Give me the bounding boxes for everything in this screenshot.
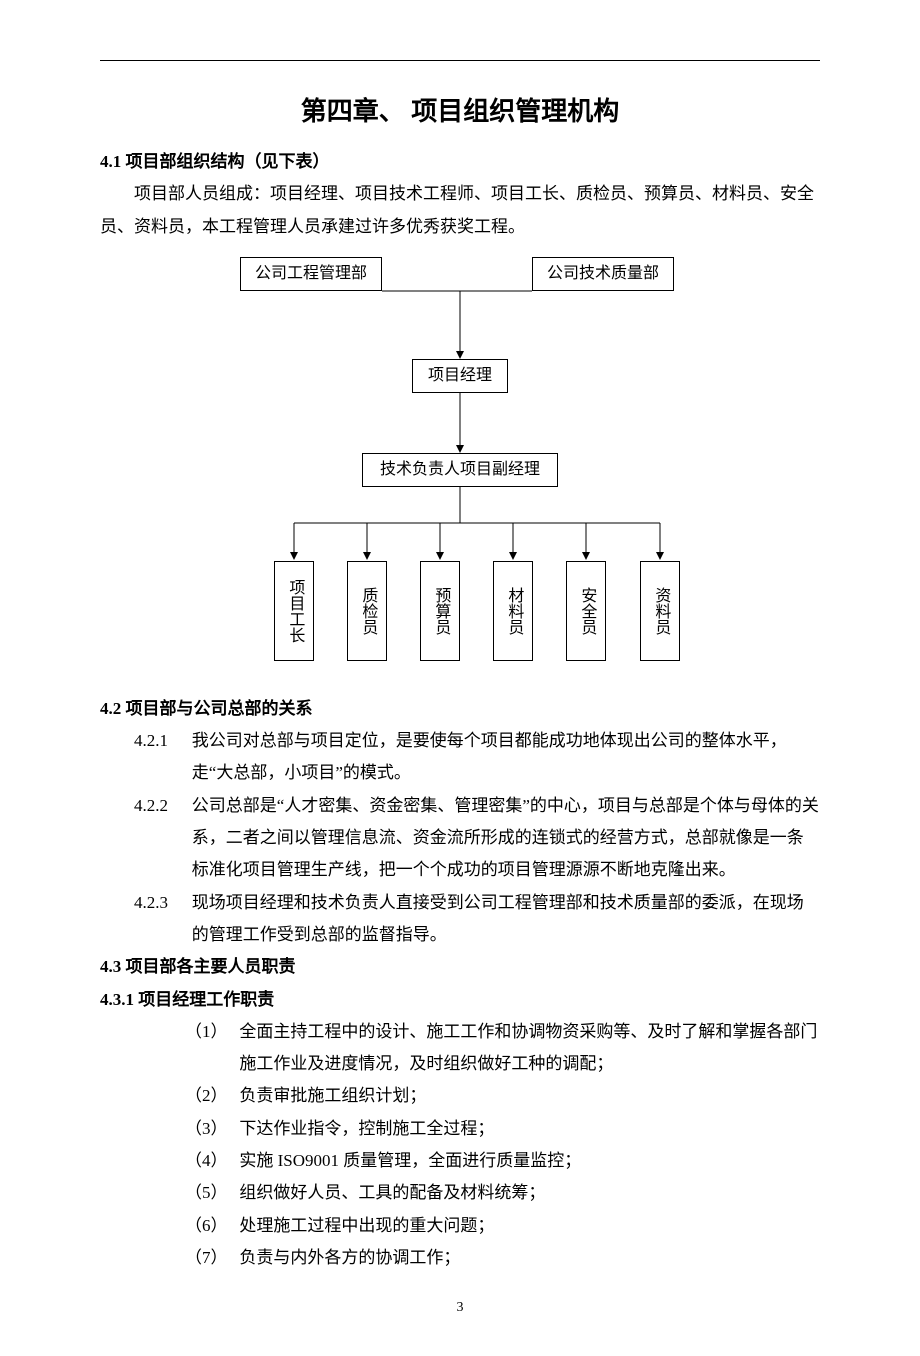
node-pm: 项目经理: [412, 359, 508, 393]
node-leaf-4: 安全员: [566, 561, 606, 661]
node-leaf-0: 项目工长: [274, 561, 314, 661]
duty-5: （5）组织做好人员、工具的配备及材料统筹；: [185, 1177, 820, 1209]
node-leaf-3: 材料员: [493, 561, 533, 661]
node-tech-dept: 公司技术质量部: [532, 257, 674, 291]
duty-3: （3）下达作业指令，控制施工全过程；: [185, 1113, 820, 1145]
list-num: （6）: [185, 1210, 239, 1242]
header-rule: [100, 60, 820, 61]
list-text: 负责审批施工组织计划；: [239, 1080, 820, 1112]
list-num: （4）: [185, 1145, 239, 1177]
list-text: 负责与内外各方的协调工作；: [239, 1242, 820, 1274]
duty-1: （1）全面主持工程中的设计、施工工作和协调物资采购等、及时了解和掌握各部门施工作…: [185, 1016, 820, 1081]
item-text: 公司总部是“人才密集、资金密集、管理密集”的中心，项目与总部是个体与母体的关系，…: [192, 790, 820, 887]
node-tech-lead: 技术负责人项目副经理: [362, 453, 558, 487]
list-text: 下达作业指令，控制施工全过程；: [239, 1113, 820, 1145]
list-num: （1）: [185, 1016, 239, 1081]
duty-7: （7）负责与内外各方的协调工作；: [185, 1242, 820, 1274]
item-4-2-1: 4.2.1 我公司对总部与项目定位，是要使每个项目都能成功地体现出公司的整体水平…: [134, 725, 820, 790]
section-4-1-body: 项目部人员组成：项目经理、项目技术工程师、项目工长、质检员、预算员、材料员、安全…: [100, 178, 820, 243]
org-chart: 公司工程管理部 公司技术质量部 项目经理 技术负责人项目副经理 项目工长 质检员…: [100, 253, 820, 673]
duty-6: （6）处理施工过程中出现的重大问题；: [185, 1210, 820, 1242]
list-text: 全面主持工程中的设计、施工工作和协调物资采购等、及时了解和掌握各部门施工作业及进…: [239, 1016, 820, 1081]
section-4-3-1: 4.3.1 项目经理工作职责: [100, 984, 820, 1016]
section-4-1: 4.1 项目部组织结构（见下表）: [100, 146, 820, 178]
duty-4: （4）实施 ISO9001 质量管理，全面进行质量监控；: [185, 1145, 820, 1177]
list-num: （7）: [185, 1242, 239, 1274]
item-4-2-2: 4.2.2 公司总部是“人才密集、资金密集、管理密集”的中心，项目与总部是个体与…: [134, 790, 820, 887]
duty-2: （2）负责审批施工组织计划；: [185, 1080, 820, 1112]
item-text: 现场项目经理和技术负责人直接受到公司工程管理部和技术质量部的委派，在现场的管理工…: [192, 887, 820, 952]
list-num: （5）: [185, 1177, 239, 1209]
item-num: 4.2.2: [134, 790, 192, 887]
node-leaf-5: 资料员: [640, 561, 680, 661]
section-4-2: 4.2 项目部与公司总部的关系: [100, 693, 820, 725]
item-num: 4.2.1: [134, 725, 192, 790]
list-text: 处理施工过程中出现的重大问题；: [239, 1210, 820, 1242]
section-4-3: 4.3 项目部各主要人员职责: [100, 951, 820, 983]
list-num: （3）: [185, 1113, 239, 1145]
chapter-title: 第四章、 项目组织管理机构: [100, 91, 820, 128]
list-num: （2）: [185, 1080, 239, 1112]
page-number: 3: [100, 1300, 820, 1316]
list-text: 组织做好人员、工具的配备及材料统筹；: [239, 1177, 820, 1209]
item-num: 4.2.3: [134, 887, 192, 952]
node-eng-dept: 公司工程管理部: [240, 257, 382, 291]
item-text: 我公司对总部与项目定位，是要使每个项目都能成功地体现出公司的整体水平，走“大总部…: [192, 725, 820, 790]
item-4-2-3: 4.2.3 现场项目经理和技术负责人直接受到公司工程管理部和技术质量部的委派，在…: [134, 887, 820, 952]
node-leaf-2: 预算员: [420, 561, 460, 661]
node-leaf-1: 质检员: [347, 561, 387, 661]
list-text: 实施 ISO9001 质量管理，全面进行质量监控；: [239, 1145, 820, 1177]
